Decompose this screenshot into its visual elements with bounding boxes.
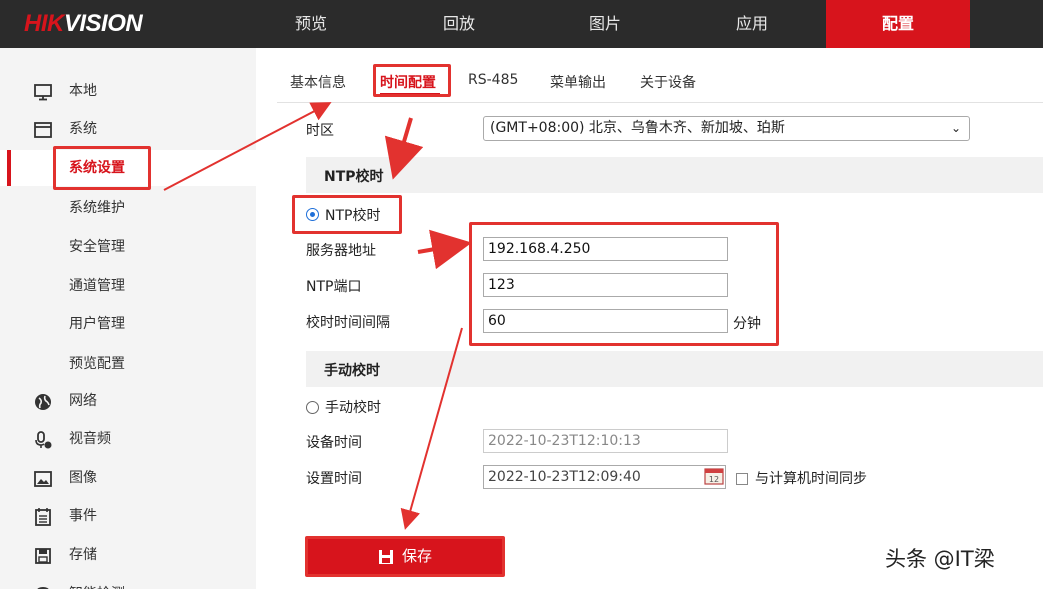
monitor-icon — [34, 84, 52, 101]
sidebar-item-label: 通道管理 — [69, 278, 125, 294]
annotation-box-save — [305, 536, 505, 577]
manual-section-title: 手动校时 — [324, 363, 380, 379]
nav-playback[interactable]: 回放 — [404, 0, 514, 48]
chevron-down-icon: ⌄ — [950, 121, 961, 135]
sidebar-item-system-maintenance[interactable]: 系统维护 — [0, 190, 256, 226]
tab-about-device[interactable]: 关于设备 — [640, 72, 696, 92]
server-address-label: 服务器地址 — [306, 243, 376, 259]
ntp-port-label: NTP端口 — [306, 279, 362, 295]
set-time-input[interactable]: 2022-10-23T12:09:40 — [483, 465, 726, 489]
sidebar-item-local[interactable]: 本地 — [0, 73, 256, 109]
sidebar-item-system[interactable]: 系统 — [0, 111, 256, 147]
svg-text:12: 12 — [709, 475, 719, 484]
sidebar-item-label: 系统 — [69, 121, 97, 137]
nav-picture[interactable]: 图片 — [550, 0, 660, 48]
globe-icon — [35, 394, 51, 410]
tabs-divider — [277, 102, 1043, 103]
hikvision-logo: HIKVISION — [24, 10, 143, 37]
sidebar-item-security-management[interactable]: 安全管理 — [0, 229, 256, 265]
floppy-disk-icon — [35, 548, 51, 564]
watermark: 头条 @IT梁 — [885, 547, 995, 571]
sidebar-item-label: 本地 — [69, 83, 97, 99]
ntp-section-header: NTP校时 — [306, 157, 1043, 193]
tab-menu-output[interactable]: 菜单输出 — [550, 72, 606, 92]
calendar-icon[interactable]: 12 — [703, 466, 725, 486]
sidebar-item-label: 系统维护 — [69, 200, 125, 216]
nav-configuration[interactable]: 配置 — [826, 0, 970, 48]
sidebar-item-label: 存储 — [69, 547, 97, 563]
sidebar-item-label: 视音频 — [69, 431, 111, 447]
sidebar-item-event[interactable]: 事件 — [0, 498, 256, 534]
tab-rs485[interactable]: RS-485 — [468, 72, 518, 88]
arrow-to-fields — [417, 229, 472, 270]
set-time-label: 设置时间 — [306, 471, 362, 487]
manual-section-header: 手动校时 — [306, 351, 1043, 387]
sync-with-computer-checkbox[interactable] — [736, 473, 748, 485]
device-time-label: 设备时间 — [306, 435, 362, 451]
ntp-section-title: NTP校时 — [324, 169, 384, 185]
annotation-box-system-settings — [53, 146, 151, 190]
sidebar-item-label: 网络 — [69, 393, 97, 409]
timezone-value: (GMT+08:00) 北京、乌鲁木齐、新加坡、珀斯 — [490, 120, 785, 136]
window-icon — [34, 122, 52, 138]
sidebar-item-label: 用户管理 — [69, 316, 125, 332]
sidebar-item-label: 图像 — [69, 470, 97, 486]
sidebar-item-smart-detection[interactable]: 智能检测 — [0, 576, 256, 589]
database-icon — [37, 587, 49, 589]
nav-preview[interactable]: 预览 — [256, 0, 366, 48]
timezone-label: 时区 — [306, 123, 334, 139]
sidebar-item-image[interactable]: 图像 — [0, 460, 256, 496]
sidebar-item-label: 安全管理 — [69, 239, 125, 255]
calendar-list-icon — [35, 508, 51, 526]
sidebar-item-network[interactable]: 网络 — [0, 383, 256, 419]
sidebar-item-audio-video[interactable]: 视音频 — [0, 421, 256, 457]
sync-with-computer-label: 与计算机时间同步 — [755, 471, 867, 487]
sidebar-item-preview-config[interactable]: 预览配置 — [0, 346, 256, 382]
sidebar-item-user-management[interactable]: 用户管理 — [0, 306, 256, 342]
annotation-box-ntp-radio — [292, 195, 402, 234]
manual-radio[interactable] — [306, 401, 319, 414]
manual-radio-label: 手动校时 — [325, 400, 381, 416]
sidebar-item-label: 预览配置 — [69, 356, 125, 372]
sidebar-item-label: 智能检测 — [69, 576, 125, 589]
picture-icon — [34, 471, 52, 487]
nav-application[interactable]: 应用 — [697, 0, 807, 48]
sidebar-item-label: 事件 — [69, 508, 97, 524]
sidebar-item-storage[interactable]: 存储 — [0, 537, 256, 573]
timezone-select[interactable]: (GMT+08:00) 北京、乌鲁木齐、新加坡、珀斯 ⌄ — [483, 116, 970, 141]
sidebar-item-channel-management[interactable]: 通道管理 — [0, 268, 256, 304]
device-time-input: 2022-10-23T12:10:13 — [483, 429, 728, 453]
top-navigation-bar: HIKVISION 预览 回放 图片 应用 配置 — [0, 0, 1043, 48]
sync-interval-label: 校时时间间隔 — [306, 315, 390, 331]
annotation-box-ntp-fields — [469, 222, 779, 346]
tab-basic-info[interactable]: 基本信息 — [290, 72, 346, 92]
annotation-box-time-tab — [373, 64, 451, 97]
microphone-icon — [35, 431, 52, 449]
